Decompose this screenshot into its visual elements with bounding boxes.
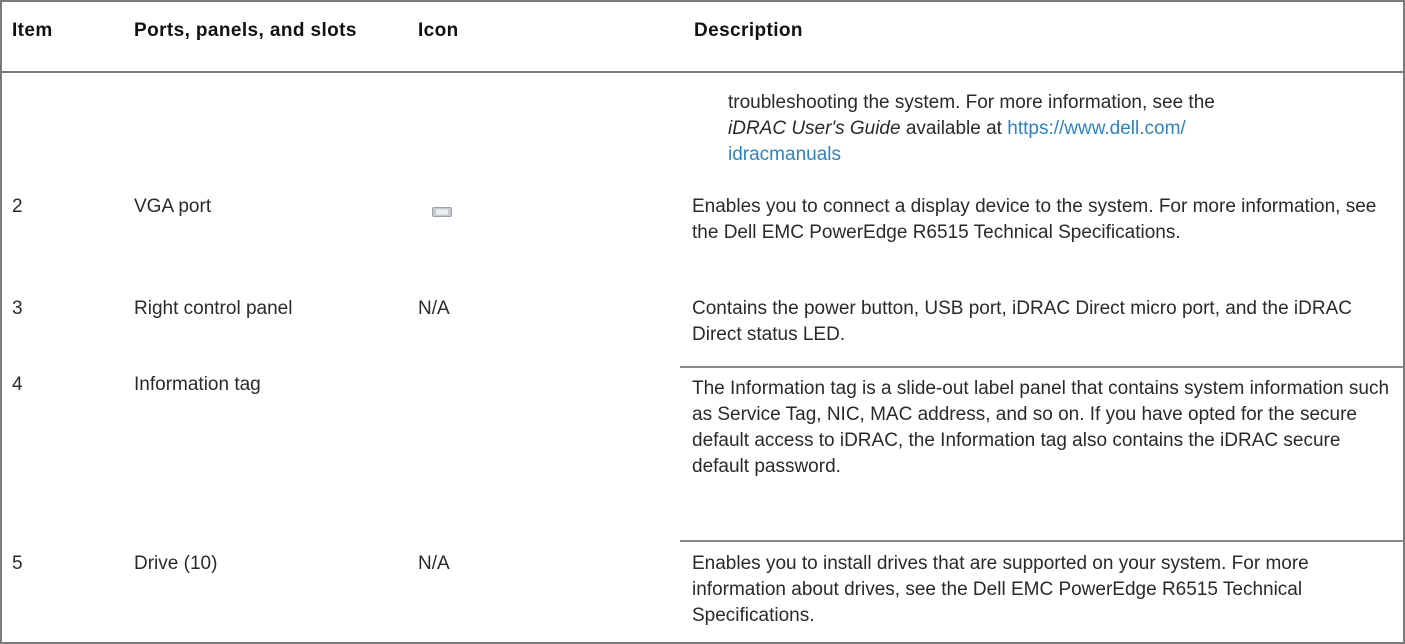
row-port-name: Right control panel: [134, 298, 293, 319]
header-ports-panels-slots: Ports, panels, and slots: [134, 20, 357, 41]
row-description: Contains the power button, USB port, iDR…: [692, 298, 1352, 345]
row-item-number: 2: [12, 196, 23, 217]
table-top-border: [0, 0, 1405, 2]
row-item-number: 3: [12, 298, 23, 319]
row-divider-description: [680, 366, 1405, 368]
row-divider-description: [680, 540, 1405, 542]
continued-description: troubleshooting the system. For more inf…: [728, 92, 1215, 165]
row-port-name: VGA port: [134, 196, 212, 217]
header-icon: Icon: [418, 20, 459, 41]
row-icon-text: N/A: [418, 298, 450, 319]
row-port-name: Information tag: [134, 374, 261, 395]
row-item-number: 5: [12, 553, 23, 574]
header-item: Item: [12, 20, 53, 41]
row-item-number: 4: [12, 374, 23, 395]
idrac-users-guide-title: iDRAC User's Guide: [728, 118, 901, 139]
vga-port-icon: [432, 207, 452, 217]
row-icon-text: N/A: [418, 553, 450, 574]
row-description: Enables you to install drives that are s…: [692, 553, 1309, 626]
row-port-name: Drive (10): [134, 553, 218, 574]
ports-table: Item Ports, panels, and slots Icon Descr…: [0, 0, 1405, 644]
row-description: The Information tag is a slide-out label…: [692, 378, 1390, 477]
header-bottom-border: [0, 71, 1405, 73]
row-description: Enables you to connect a display device …: [692, 196, 1377, 243]
table-left-border: [0, 0, 2, 644]
header-description: Description: [694, 20, 803, 41]
